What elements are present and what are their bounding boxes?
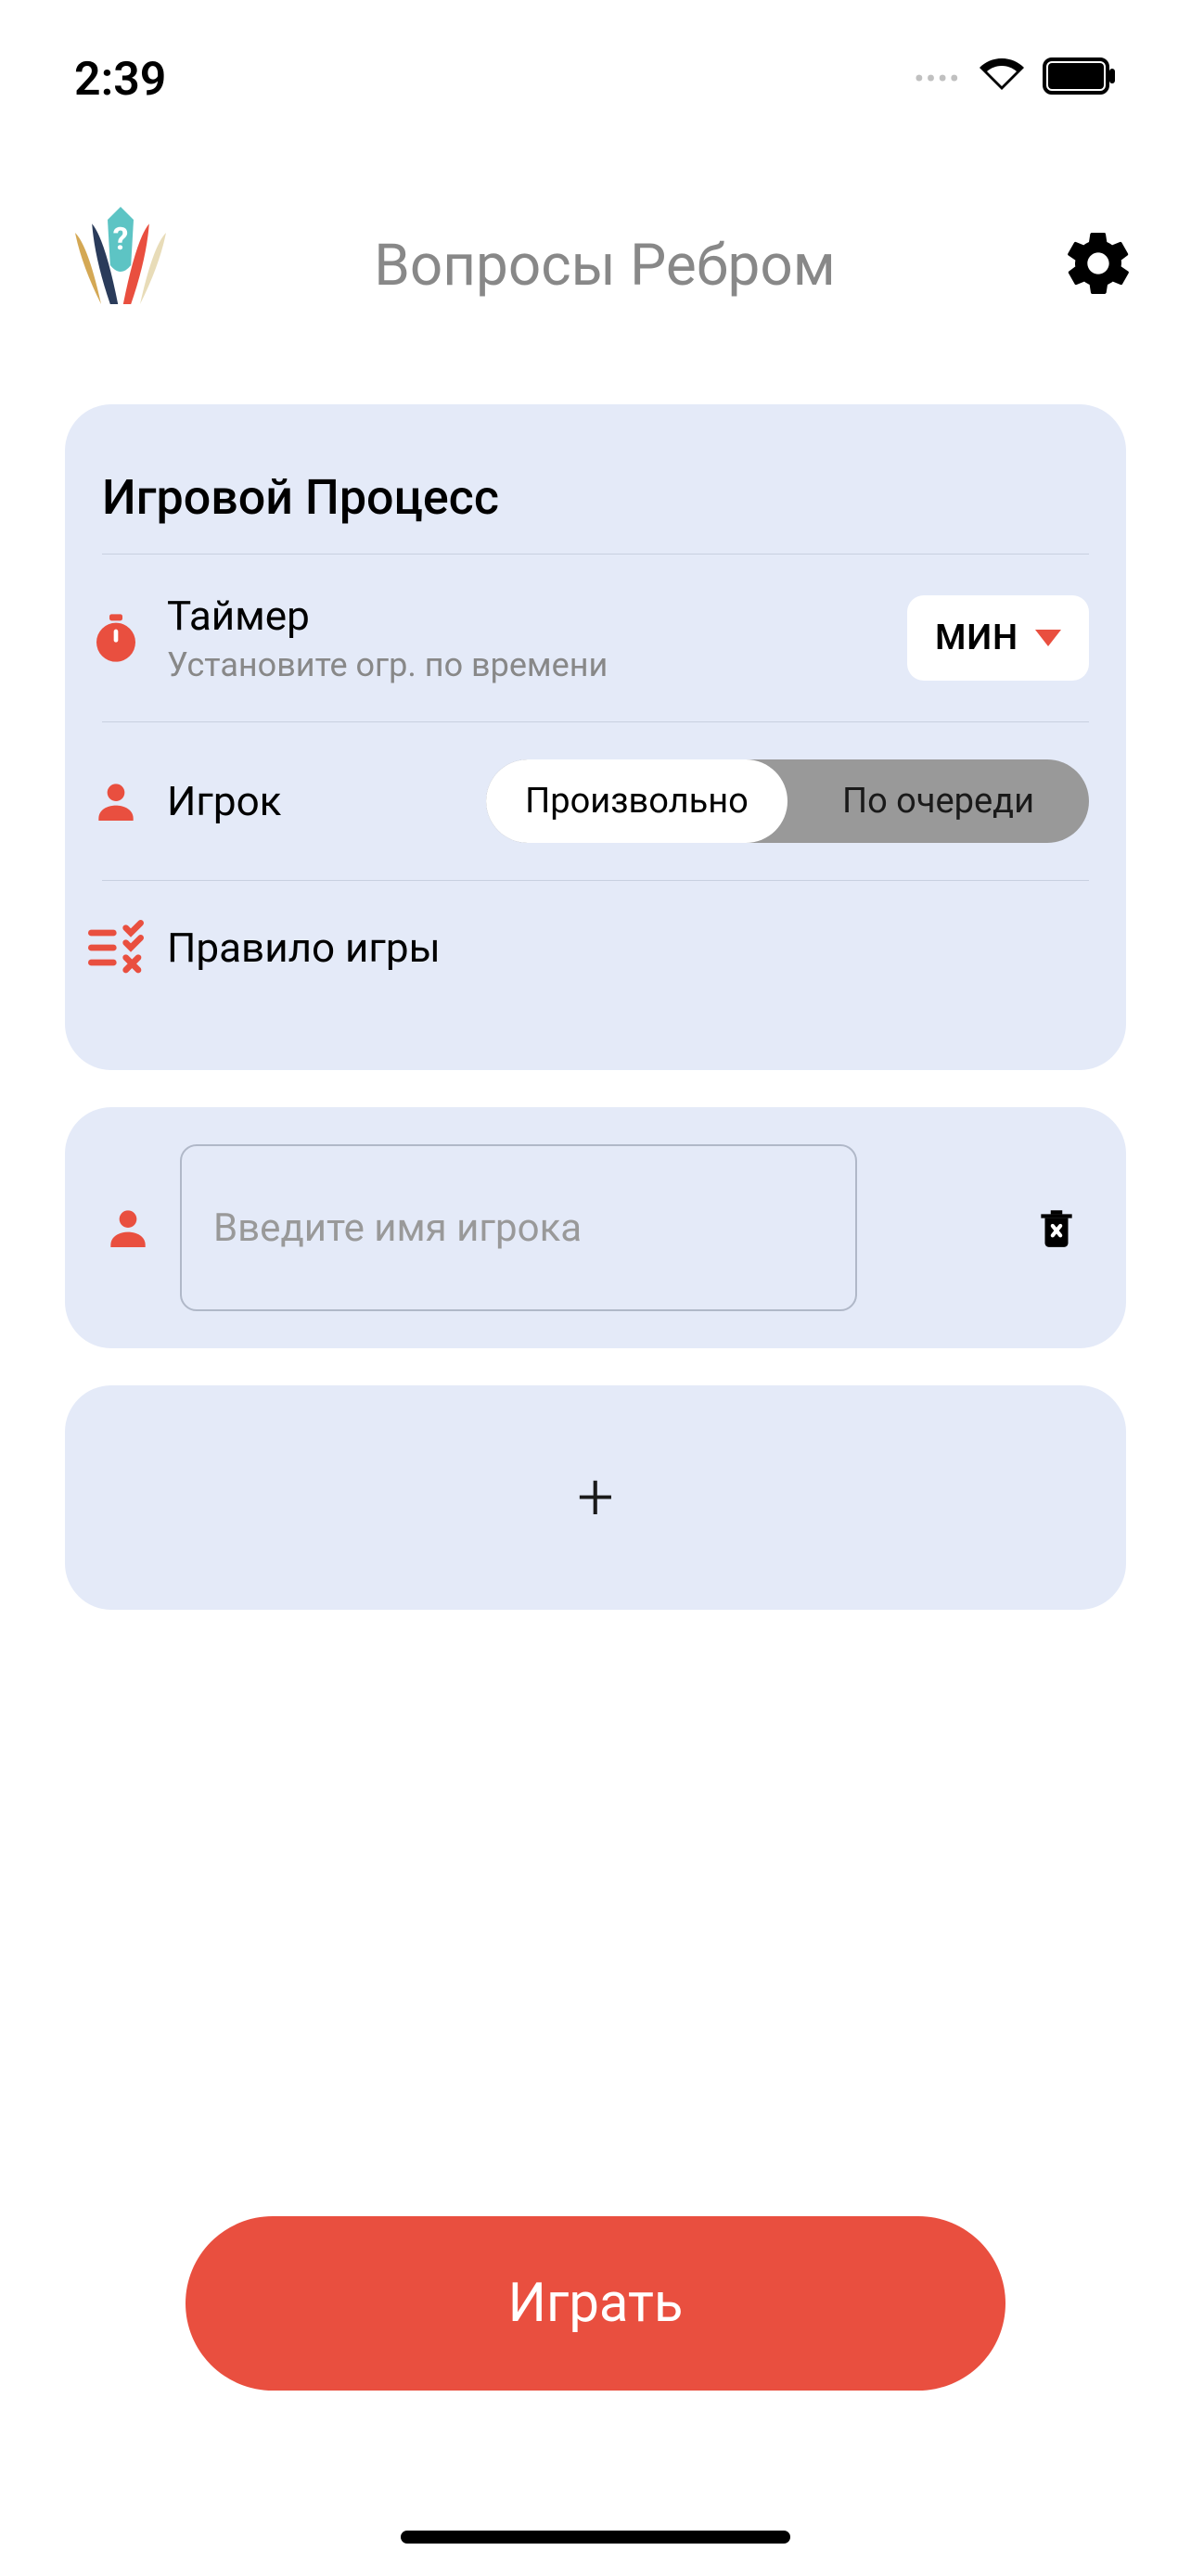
page-title: Вопросы Ребром	[148, 232, 1061, 300]
status-bar: 2:39 ••••	[0, 0, 1191, 126]
player-order-segmented: Произвольно По очереди	[486, 759, 1089, 843]
segment-sequential[interactable]: По очереди	[788, 759, 1089, 843]
caret-down-icon	[1035, 630, 1061, 646]
rules-text: Правило игры	[167, 924, 1089, 972]
content: Игровой Процесс Таймер Установите огр. п…	[0, 367, 1191, 1647]
player-order-text: Игрок	[167, 777, 467, 825]
signal-dots-icon: ••••	[914, 63, 961, 96]
player-avatar-icon	[102, 1202, 154, 1254]
timer-sublabel: Установите огр. по времени	[167, 645, 889, 684]
rules-icon	[83, 918, 148, 977]
player-name-input[interactable]	[180, 1144, 857, 1311]
status-right: ••••	[914, 51, 1117, 108]
timer-text: Таймер Установите огр. по времени	[167, 592, 889, 684]
rules-row[interactable]: Правило игры	[102, 881, 1089, 1014]
segment-random[interactable]: Произвольно	[486, 759, 788, 843]
app-logo-icon: ?	[56, 200, 186, 330]
play-button[interactable]: Играть	[186, 2216, 1005, 2391]
status-time: 2:39	[74, 53, 166, 107]
delete-player-button[interactable]	[1033, 1205, 1080, 1251]
gameplay-section-title: Игровой Процесс	[102, 469, 1089, 555]
player-icon	[83, 775, 148, 827]
svg-text:?: ?	[113, 222, 129, 258]
timer-icon	[83, 612, 148, 664]
timer-row: Таймер Установите огр. по времени МИН	[102, 555, 1089, 722]
player-order-label: Игрок	[167, 777, 467, 825]
battery-icon	[1043, 53, 1117, 107]
timer-dropdown[interactable]: МИН	[907, 595, 1089, 681]
player-order-row: Игрок Произвольно По очереди	[102, 722, 1089, 881]
timer-dropdown-label: МИН	[935, 618, 1018, 658]
plus-icon: +	[577, 1460, 614, 1536]
gameplay-card: Игровой Процесс Таймер Установите огр. п…	[65, 404, 1126, 1070]
home-indicator[interactable]	[401, 2531, 790, 2544]
app-header: ? Вопросы Ребром	[0, 126, 1191, 367]
add-player-button[interactable]: +	[65, 1385, 1126, 1610]
rules-label: Правило игры	[167, 924, 1089, 972]
wifi-icon	[980, 51, 1024, 108]
player-input-card	[65, 1107, 1126, 1348]
settings-button[interactable]	[1061, 226, 1135, 304]
timer-label: Таймер	[167, 592, 889, 640]
